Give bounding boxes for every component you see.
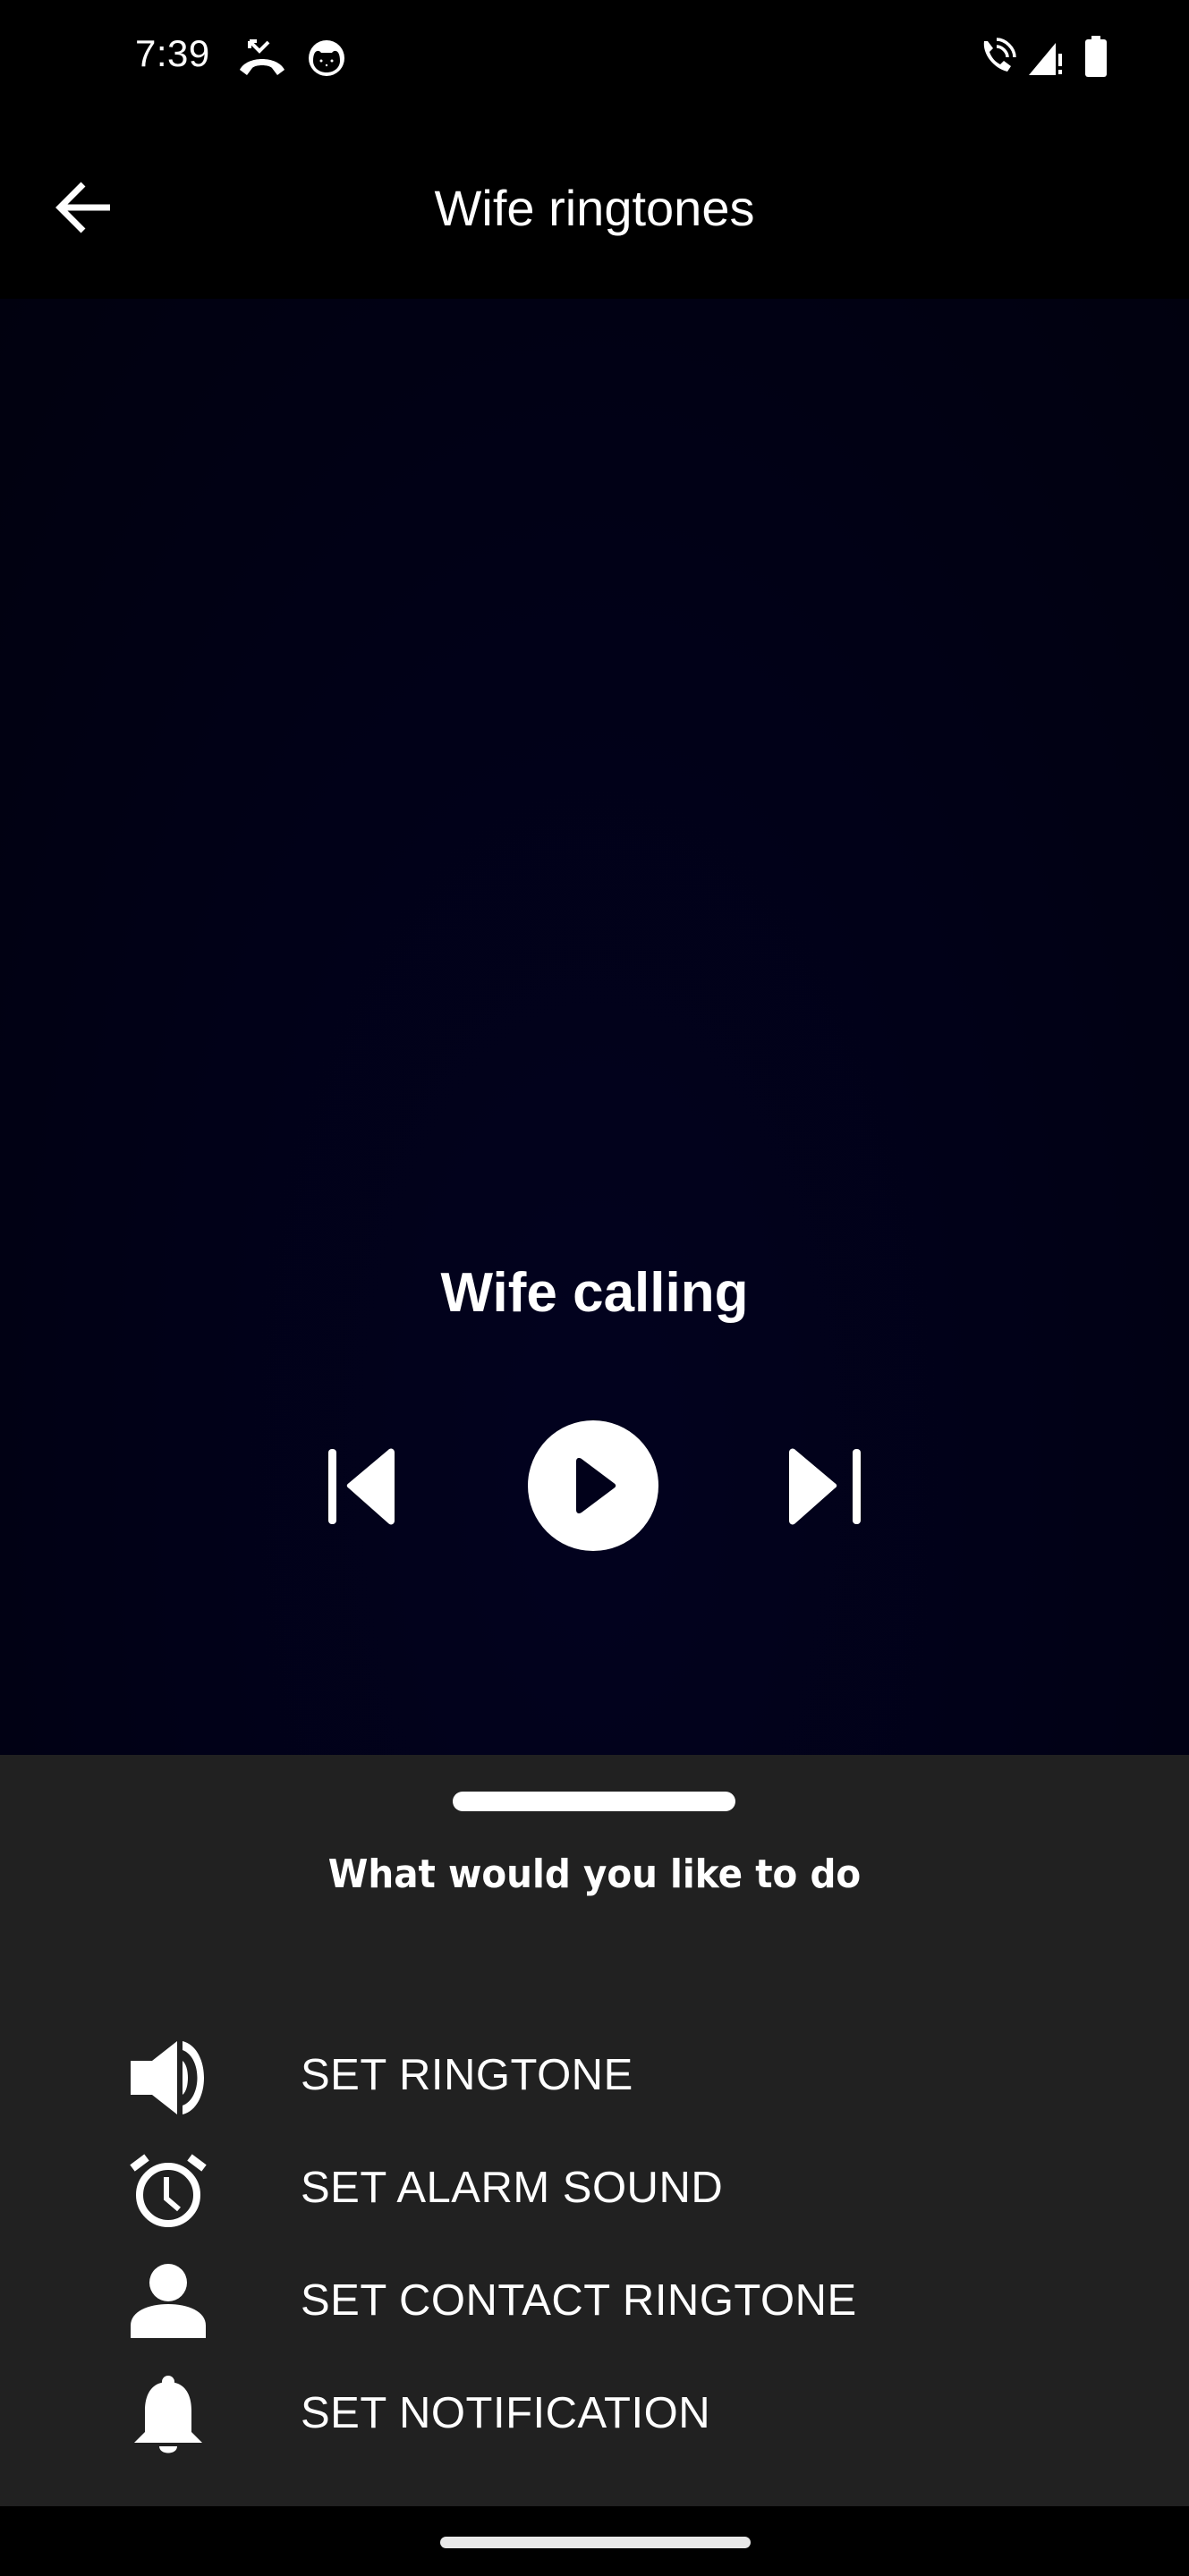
- alarm-clock-icon: [130, 2154, 207, 2227]
- play-button[interactable]: [528, 1420, 658, 1551]
- set-alarm-sound-label: SET ALARM SOUND: [301, 2164, 724, 2212]
- sheet-drag-handle[interactable]: [453, 1792, 735, 1811]
- set-contact-ringtone-button[interactable]: SET CONTACT RINGTONE: [0, 2245, 1189, 2352]
- set-contact-ringtone-label: SET CONTACT RINGTONE: [301, 2276, 857, 2325]
- set-notification-label: SET NOTIFICATION: [301, 2389, 711, 2437]
- set-ringtone-label: SET RINGTONE: [301, 2051, 633, 2099]
- person-icon: [131, 2264, 206, 2338]
- skip-next-button[interactable]: [782, 1438, 871, 1528]
- status-time: 7:39: [135, 32, 210, 74]
- missed-call-icon: [240, 39, 285, 75]
- page-title: Wife ringtones: [434, 180, 755, 236]
- battery-icon: [1085, 36, 1107, 77]
- skip-previous-button[interactable]: [318, 1438, 407, 1528]
- skip-next-icon: [789, 1448, 861, 1525]
- home-gesture-handle[interactable]: [440, 2537, 751, 2548]
- set-ringtone-button[interactable]: SET RINGTONE: [0, 2020, 1189, 2127]
- speaker-icon: [131, 2041, 204, 2114]
- wifi-calling-icon: [983, 38, 1016, 72]
- set-alarm-sound-button[interactable]: SET ALARM SOUND: [0, 2132, 1189, 2240]
- skip-previous-icon: [328, 1448, 395, 1525]
- track-title: Wife calling: [440, 1262, 749, 1324]
- play-icon: [528, 1420, 658, 1551]
- signal-alert-icon: [1029, 43, 1062, 75]
- sheet-title: What would you like to do: [327, 1852, 862, 1897]
- cat-face-icon: [309, 40, 344, 76]
- bell-icon: [134, 2376, 202, 2453]
- set-notification-button[interactable]: SET NOTIFICATION: [0, 2358, 1189, 2465]
- status-bar: 7:39: [0, 0, 1189, 116]
